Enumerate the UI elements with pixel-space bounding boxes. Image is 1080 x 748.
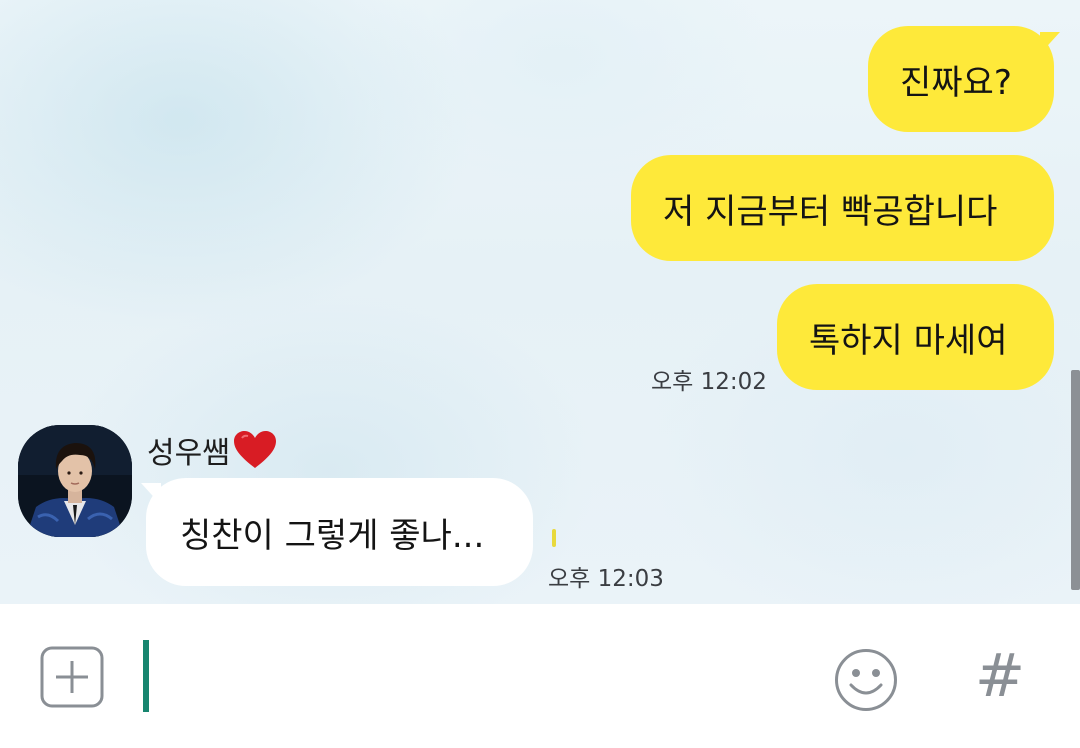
received-message-bubble[interactable]: 칭찬이 그렇게 좋나...: [146, 478, 533, 586]
avatar-photo: [18, 425, 132, 537]
text-caret: [143, 640, 149, 712]
scrollbar[interactable]: [1071, 370, 1080, 590]
received-message-text: 칭찬이 그렇게 좋나...: [180, 515, 485, 556]
heart-icon: [232, 430, 278, 470]
chat-message-list[interactable]: 진짜요? 저 지금부터 빡공합니다 톡하지 마세여 오후 12:02 성우쌤 칭…: [0, 0, 1080, 604]
smiley-icon[interactable]: [834, 648, 898, 712]
sent-message-bubble[interactable]: 진짜요?: [868, 26, 1054, 132]
sender-avatar[interactable]: [18, 425, 132, 537]
chat-screen: 진짜요? 저 지금부터 빡공합니다 톡하지 마세여 오후 12:02 성우쌤 칭…: [0, 0, 1080, 748]
sent-message-text: 저 지금부터 빡공합니다: [663, 191, 998, 232]
hashtag-button[interactable]: #: [972, 644, 1028, 708]
received-message-time: 오후 12:03: [548, 566, 664, 592]
plus-box-icon[interactable]: [40, 646, 104, 708]
sent-message-time: 오후 12:02: [651, 369, 767, 395]
sender-name: 성우쌤: [147, 428, 278, 472]
sent-message-bubble[interactable]: 저 지금부터 빡공합니다: [631, 155, 1054, 261]
sender-name-text: 성우쌤: [147, 436, 230, 471]
message-input[interactable]: [140, 630, 800, 722]
unread-marker: [552, 529, 556, 547]
message-input-bar: #: [0, 604, 1080, 748]
sent-message-bubble[interactable]: 톡하지 마세여: [777, 284, 1054, 390]
hashtag-icon: #: [974, 641, 1026, 711]
sent-message-text: 진짜요?: [900, 62, 1012, 103]
sent-message-text: 톡하지 마세여: [809, 320, 1008, 361]
